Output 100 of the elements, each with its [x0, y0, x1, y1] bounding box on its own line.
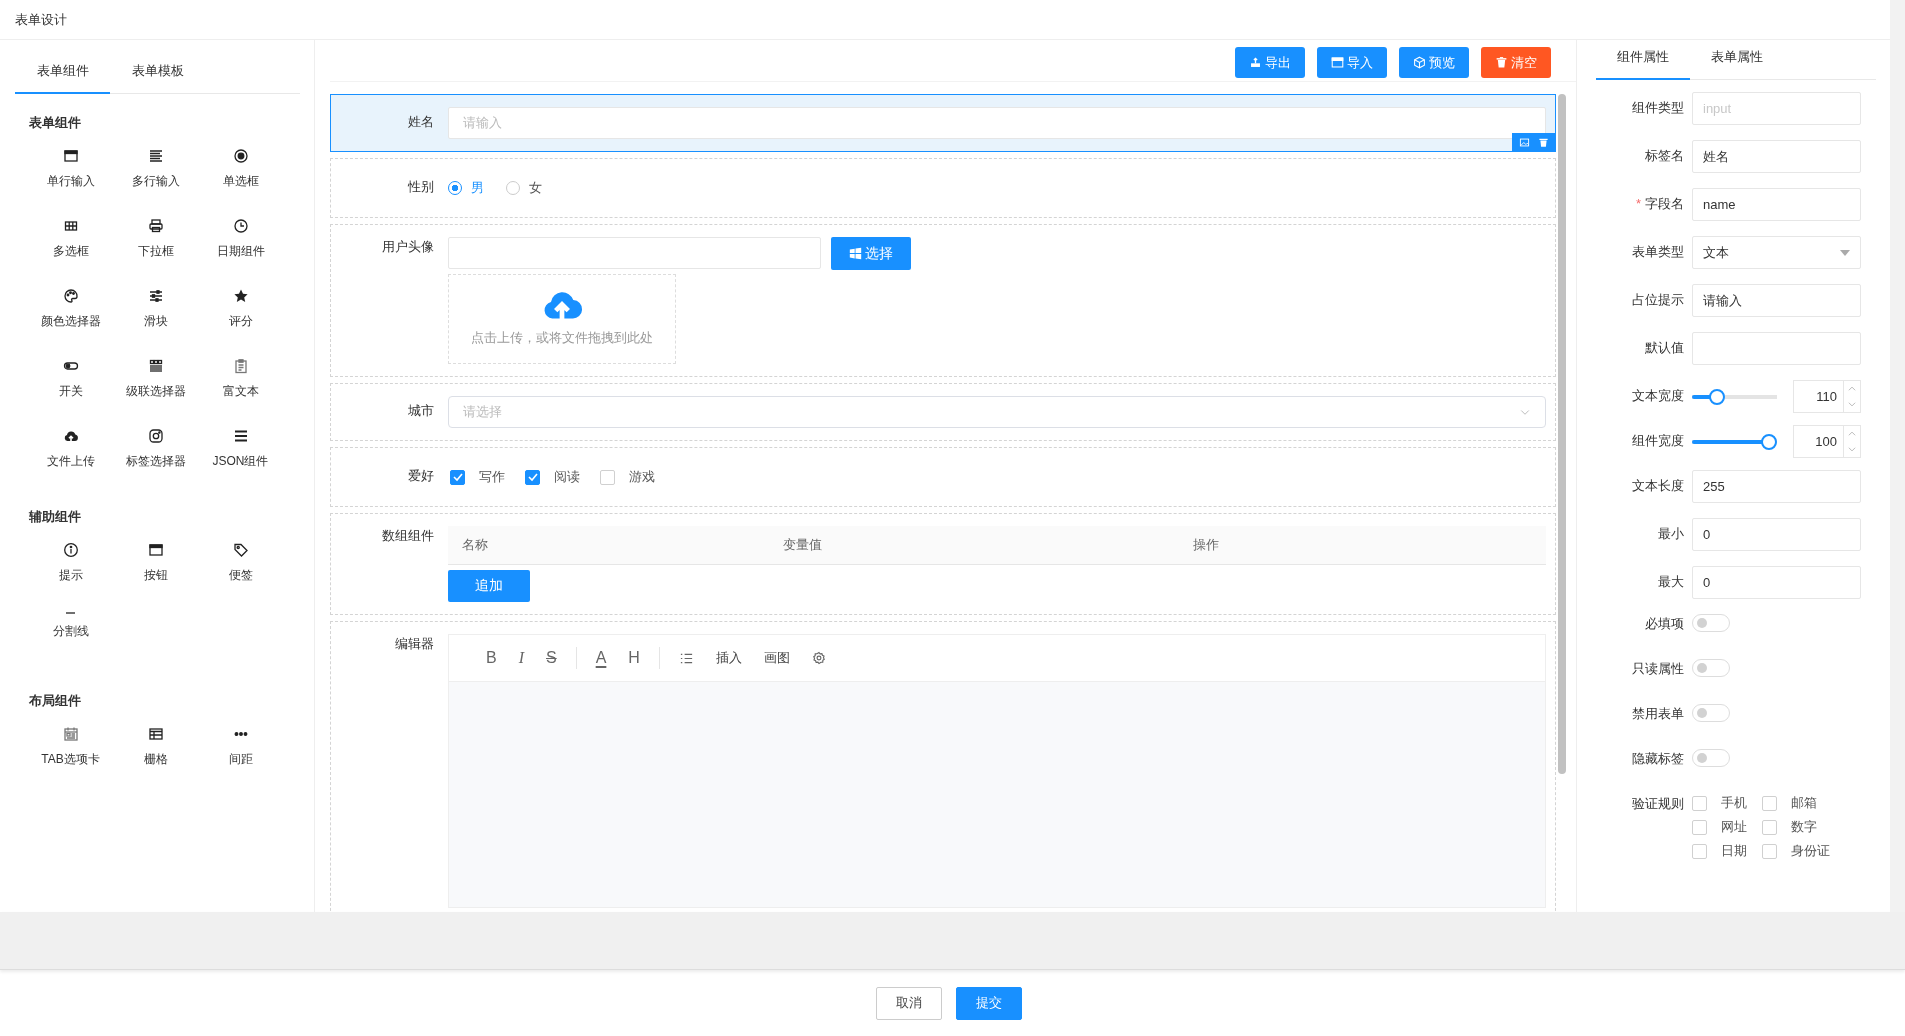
- checkbox-option[interactable]: 游戏: [598, 468, 655, 486]
- palette-item[interactable]: 开关: [28, 352, 113, 418]
- palette-item[interactable]: 便签: [198, 536, 283, 602]
- strikethrough-button[interactable]: S: [535, 649, 568, 667]
- palette-item[interactable]: 分割线: [28, 606, 113, 672]
- text-field[interactable]: 请输入: [1692, 284, 1861, 317]
- tab[interactable]: 表单属性: [1690, 40, 1784, 80]
- tab[interactable]: 组件属性: [1596, 40, 1690, 80]
- delete-icon: [1538, 137, 1549, 148]
- tab[interactable]: 表单模板: [110, 52, 205, 94]
- checkbox[interactable]: [1762, 843, 1777, 859]
- toolbar-button[interactable]: B: [475, 649, 508, 667]
- text-field[interactable]: 255: [1692, 470, 1861, 503]
- checkbox[interactable]: [1762, 819, 1777, 835]
- checkbox-option[interactable]: 日期: [1692, 842, 1762, 860]
- checkbox[interactable]: [600, 469, 615, 485]
- toggle-switch[interactable]: [1692, 749, 1730, 767]
- checkbox[interactable]: [525, 469, 540, 485]
- radio-option[interactable]: 女: [506, 179, 542, 197]
- field-label: 性别: [407, 178, 435, 196]
- toolbar-button[interactable]: 画图: [752, 649, 801, 667]
- checkbox-option[interactable]: 写作: [448, 468, 505, 486]
- checkbox-option[interactable]: 阅读: [523, 468, 580, 486]
- palette-item[interactable]: 标签选择器: [113, 422, 198, 488]
- radio-button[interactable]: [506, 181, 520, 195]
- palette-item[interactable]: 文件上传: [28, 422, 113, 488]
- checkbox[interactable]: [1692, 795, 1707, 811]
- palette-item[interactable]: 下拉框: [113, 212, 198, 278]
- palette-item[interactable]: 单行输入: [28, 142, 113, 208]
- select-field[interactable]: 文本: [1692, 236, 1861, 269]
- palette-item[interactable]: 间距: [198, 720, 283, 786]
- checkbox-option[interactable]: 手机: [1692, 794, 1762, 812]
- palette-item[interactable]: 单选框: [198, 142, 283, 208]
- slider-thumb[interactable]: [1709, 388, 1726, 405]
- palette-item[interactable]: 按钮: [113, 536, 198, 602]
- checkbox[interactable]: [1692, 843, 1707, 859]
- toggle-switch[interactable]: [1692, 704, 1730, 722]
- grid-icon: [62, 218, 79, 234]
- property-label: 表单类型: [1632, 244, 1684, 259]
- form-field[interactable]: 城市 请选择: [330, 383, 1556, 441]
- toggle-switch[interactable]: [1692, 614, 1730, 632]
- palette-item[interactable]: 级联选择器: [113, 352, 198, 418]
- checkbox[interactable]: [1692, 819, 1707, 835]
- text-field[interactable]: 姓名: [1692, 140, 1861, 173]
- field-label: 用户头像: [381, 238, 435, 256]
- italic-button[interactable]: I: [507, 649, 535, 667]
- property-label: 最小: [1658, 526, 1684, 541]
- required-mark: *: [1635, 196, 1641, 211]
- palette-item[interactable]: 日期组件: [198, 212, 283, 278]
- form-field[interactable]: 爱好 写作 阅读 游戏: [330, 447, 1556, 507]
- palette-item[interactable]: 提示: [28, 536, 113, 602]
- lines-icon: [147, 148, 164, 164]
- text-field[interactable]: [1692, 332, 1861, 365]
- toggle-switch[interactable]: [1692, 659, 1730, 677]
- checkbox-option[interactable]: 网址: [1692, 818, 1762, 836]
- form-field[interactable]: 编辑器 B I S A H 插入 画图: [330, 621, 1556, 912]
- scrollbar[interactable]: [1558, 94, 1566, 774]
- property-label: 默认值: [1645, 340, 1684, 355]
- palette-item[interactable]: 栅格: [113, 720, 198, 786]
- form-field[interactable]: 用户头像 选择 点击上传，或将文件拖拽到此处: [330, 224, 1556, 377]
- palette-item[interactable]: 多选框: [28, 212, 113, 278]
- checkbox-option[interactable]: 身份证: [1762, 842, 1852, 860]
- palette-item[interactable]: 富文本: [198, 352, 283, 418]
- number-field[interactable]: 110: [1793, 380, 1861, 413]
- text-field[interactable]: 0: [1692, 566, 1861, 599]
- number-field[interactable]: 100: [1793, 425, 1861, 458]
- font-color-button[interactable]: A: [584, 649, 618, 667]
- palette-item[interactable]: 评分: [198, 282, 283, 348]
- tab[interactable]: 表单组件: [15, 52, 110, 94]
- form-field[interactable]: 姓名 请输入: [330, 94, 1556, 152]
- clock-icon: [232, 218, 249, 234]
- checkbox-option[interactable]: 邮箱: [1762, 794, 1852, 812]
- palette-item[interactable]: 颜色选择器: [28, 282, 113, 348]
- cube-icon: [1413, 56, 1426, 69]
- palette-item[interactable]: 多行输入: [113, 142, 198, 208]
- text-field[interactable]: name: [1692, 188, 1861, 221]
- form-field[interactable]: 数组组件 名称 变量值 操作 追加: [330, 513, 1556, 615]
- column-header: 变量值: [783, 536, 823, 554]
- checkbox[interactable]: [1762, 795, 1777, 811]
- text-field[interactable]: 0: [1692, 518, 1861, 551]
- checkbox-option[interactable]: 数字: [1762, 818, 1852, 836]
- window-icon: [1331, 56, 1344, 69]
- palette-item[interactable]: 滑块: [113, 282, 198, 348]
- property-label: 标签名: [1645, 148, 1684, 163]
- palette-item[interactable]: JSON组件: [198, 422, 283, 488]
- palette-item[interactable]: TAB选项卡: [28, 720, 113, 786]
- settings-icon: [811, 651, 826, 665]
- rich-text-editor[interactable]: B I S A H 插入 画图: [448, 634, 1546, 908]
- checkbox[interactable]: [450, 469, 465, 485]
- clipboard-icon: [232, 358, 249, 374]
- toolbar-button[interactable]: 插入: [704, 649, 753, 667]
- cancel-button[interactable]: 取消: [876, 986, 942, 1020]
- slider-thumb[interactable]: [1761, 433, 1777, 450]
- tag-icon: [232, 542, 249, 558]
- radio-button[interactable]: [448, 181, 462, 195]
- field-label: 姓名: [407, 113, 435, 131]
- group-title: 表单组件: [28, 114, 82, 132]
- toolbar-button[interactable]: H: [617, 649, 651, 667]
- form-field[interactable]: 性别 男 女: [330, 158, 1556, 218]
- file-path-field[interactable]: [448, 237, 821, 269]
